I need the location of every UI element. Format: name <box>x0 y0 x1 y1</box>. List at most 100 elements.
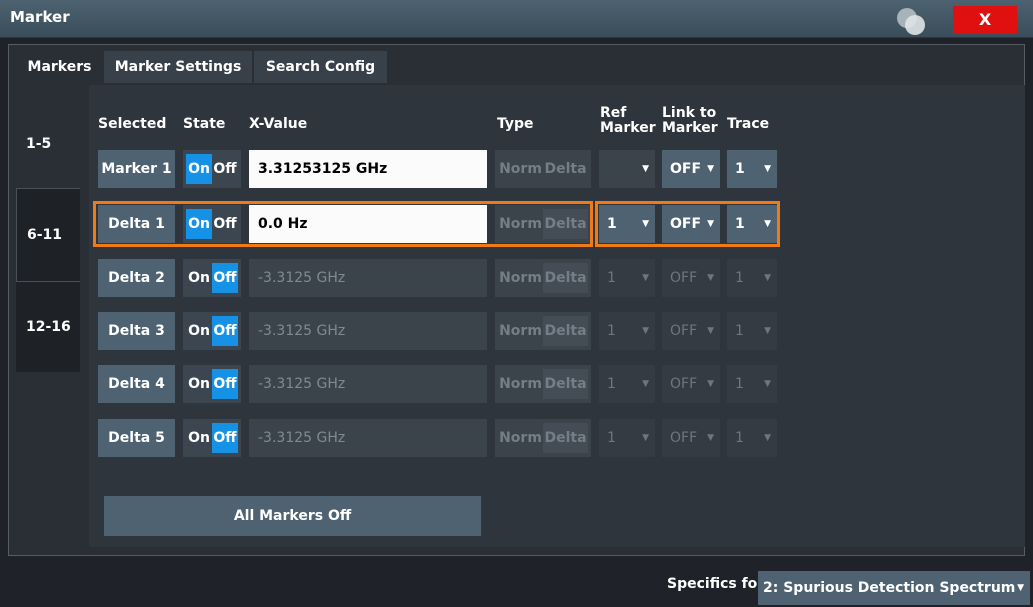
ref-marker-value: 1 <box>607 430 616 446</box>
range-tab-6-11[interactable]: 6-11 <box>16 188 80 282</box>
state-on[interactable]: On <box>186 369 212 399</box>
specifics-for-select[interactable]: 2: Spurious Detection Spectrum ▼ <box>758 571 1030 605</box>
type-toggle[interactable]: Norm Delta <box>495 419 591 457</box>
marker-select-button[interactable]: Delta 4 <box>98 365 175 403</box>
tab-search-config[interactable]: Search Config <box>254 51 387 83</box>
header-type: Type <box>497 116 534 132</box>
state-toggle[interactable]: On Off <box>183 312 241 350</box>
x-value-field[interactable]: -3.3125 GHz <box>249 312 487 350</box>
close-button[interactable]: X <box>953 6 1017 34</box>
chevron-down-icon: ▼ <box>642 379 649 389</box>
x-value-field[interactable]: -3.3125 GHz <box>249 365 487 403</box>
chevron-down-icon: ▼ <box>707 379 714 389</box>
type-toggle[interactable]: Norm Delta <box>495 150 591 188</box>
state-on[interactable]: On <box>186 423 212 453</box>
trace-select[interactable]: 1 ▼ <box>727 259 777 297</box>
link-to-marker-select[interactable]: OFF ▼ <box>662 150 720 188</box>
type-toggle[interactable]: Norm Delta <box>495 312 591 350</box>
link-to-marker-select[interactable]: OFF ▼ <box>662 259 720 297</box>
state-toggle[interactable]: On Off <box>183 259 241 297</box>
trace-value: 1 <box>735 161 745 177</box>
state-on[interactable]: On <box>186 263 212 293</box>
header-selected: Selected <box>98 116 167 132</box>
chevron-down-icon: ▼ <box>1017 583 1024 593</box>
type-delta[interactable]: Delta <box>543 423 588 453</box>
link-to-marker-value: OFF <box>670 161 702 177</box>
ref-marker-value: 1 <box>607 376 616 392</box>
tab-markers[interactable]: Markers <box>17 51 102 83</box>
state-on[interactable]: On <box>186 316 212 346</box>
chevron-down-icon: ▼ <box>642 433 649 443</box>
chevron-down-icon: ▼ <box>764 433 771 443</box>
header-ref-marker: Ref Marker <box>600 106 656 135</box>
header-trace: Trace <box>727 116 770 132</box>
type-toggle[interactable]: Norm Delta <box>495 259 591 297</box>
x-value-field[interactable]: -3.3125 GHz <box>249 259 487 297</box>
state-toggle[interactable]: On Off <box>183 365 241 403</box>
selection-outline <box>93 201 593 247</box>
title-bar: Marker X <box>0 0 1033 38</box>
chevron-down-icon: ▼ <box>764 164 771 174</box>
ref-marker-value: 1 <box>607 270 616 286</box>
state-toggle[interactable]: On Off <box>183 419 241 457</box>
marker-select-button[interactable]: Delta 3 <box>98 312 175 350</box>
state-off[interactable]: Off <box>212 369 238 399</box>
state-on[interactable]: On <box>186 154 212 184</box>
chevron-down-icon: ▼ <box>642 326 649 336</box>
trace-select[interactable]: 1 ▼ <box>727 419 777 457</box>
header-x-value: X-Value <box>249 116 308 132</box>
link-to-marker-select[interactable]: OFF ▼ <box>662 365 720 403</box>
chevron-down-icon: ▼ <box>764 273 771 283</box>
range-tab-12-16[interactable]: 12-16 <box>16 282 80 372</box>
state-toggle[interactable]: On Off <box>183 150 241 188</box>
tab-marker-settings[interactable]: Marker Settings <box>104 51 252 83</box>
all-markers-off-button[interactable]: All Markers Off <box>104 496 481 536</box>
type-norm[interactable]: Norm <box>498 369 543 399</box>
type-norm[interactable]: Norm <box>498 423 543 453</box>
header-link-to-marker: Link to Marker <box>662 106 718 135</box>
range-tab-1-5[interactable]: 1-5 <box>16 100 80 188</box>
state-off[interactable]: Off <box>212 263 238 293</box>
link-to-marker-select[interactable]: OFF ▼ <box>662 419 720 457</box>
ref-marker-select[interactable]: 1 ▼ <box>599 419 655 457</box>
selection-outline <box>595 201 780 247</box>
type-delta[interactable]: Delta <box>543 316 588 346</box>
header-state: State <box>183 116 226 132</box>
type-norm[interactable]: Norm <box>498 154 543 184</box>
link-to-marker-select[interactable]: OFF ▼ <box>662 312 720 350</box>
type-norm[interactable]: Norm <box>498 316 543 346</box>
trace-select[interactable]: 1 ▼ <box>727 365 777 403</box>
ref-marker-select[interactable]: 1 ▼ <box>599 312 655 350</box>
type-delta[interactable]: Delta <box>543 154 588 184</box>
marker-select-button[interactable]: Delta 5 <box>98 419 175 457</box>
type-delta[interactable]: Delta <box>543 263 588 293</box>
ref-marker-select[interactable]: 1 ▼ <box>599 259 655 297</box>
ref-marker-select[interactable]: 1 ▼ <box>599 365 655 403</box>
state-off[interactable]: Off <box>212 154 238 184</box>
trace-value: 1 <box>735 270 744 286</box>
header-link-line1: Link to <box>662 105 717 121</box>
ref-marker-value: 1 <box>607 323 616 339</box>
state-off[interactable]: Off <box>212 423 238 453</box>
marker-select-button[interactable]: Marker 1 <box>98 150 175 188</box>
x-value-field[interactable]: -3.3125 GHz <box>249 419 487 457</box>
type-delta[interactable]: Delta <box>543 369 588 399</box>
chevron-down-icon: ▼ <box>642 164 649 174</box>
specifics-for-value: 2: Spurious Detection Spectrum <box>763 580 1016 596</box>
chevron-down-icon: ▼ <box>707 433 714 443</box>
trace-select[interactable]: 1 ▼ <box>727 150 777 188</box>
trace-value: 1 <box>735 323 744 339</box>
trace-select[interactable]: 1 ▼ <box>727 312 777 350</box>
x-value-field[interactable]: 3.31253125 GHz <box>249 150 487 188</box>
type-toggle[interactable]: Norm Delta <box>495 365 591 403</box>
trace-value: 1 <box>735 430 744 446</box>
specifics-for-label: Specifics for <box>667 576 765 592</box>
state-off[interactable]: Off <box>212 316 238 346</box>
type-norm[interactable]: Norm <box>498 263 543 293</box>
marker-select-button[interactable]: Delta 2 <box>98 259 175 297</box>
trace-value: 1 <box>735 376 744 392</box>
window-title: Marker <box>10 8 70 26</box>
ref-marker-select[interactable]: ▼ <box>599 150 655 188</box>
header-link-line2: Marker <box>662 119 718 136</box>
link-to-marker-value: OFF <box>670 376 698 392</box>
